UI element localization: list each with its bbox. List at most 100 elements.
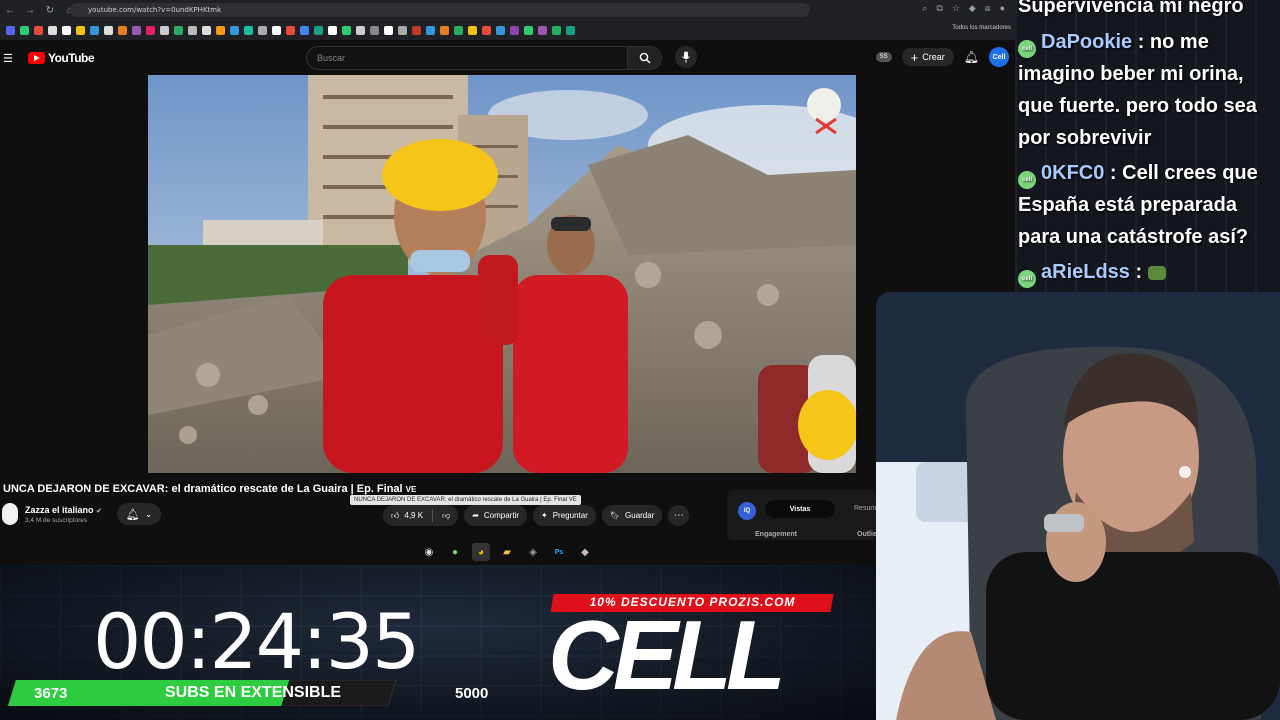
search-input[interactable] xyxy=(317,53,617,63)
bookmark-icon[interactable] xyxy=(328,25,337,35)
bookmark-icon[interactable] xyxy=(160,25,169,35)
game-icon[interactable]: ◆ xyxy=(576,543,594,561)
reload-icon[interactable]: ↻ xyxy=(40,5,60,16)
bookmark-icon[interactable] xyxy=(468,25,477,35)
chat-message: cell 0KFC0 : Cell crees que España está p… xyxy=(1018,157,1276,253)
bookmark-icon[interactable] xyxy=(62,25,71,35)
taskbar: ◉ ● ◕ ▰ ◈ Ps ◆ xyxy=(420,541,594,563)
account-avatar[interactable]: Cell xyxy=(989,47,1009,67)
bookmark-icon[interactable] xyxy=(104,25,113,35)
bookmark-icon[interactable] xyxy=(132,25,141,35)
extension-icon[interactable]: ◆ xyxy=(969,3,976,14)
subscription-bell-button[interactable]: 🔔︎ ⌄ xyxy=(117,503,161,525)
bookmark-icon[interactable] xyxy=(314,25,323,35)
bookmark-icon[interactable] xyxy=(370,25,379,35)
youtube-header: ☰ YouTube SS + Crear 🔔︎ Cell xyxy=(0,40,1015,75)
share-icon[interactable]: ⧉ xyxy=(936,3,942,14)
bookmark-icon[interactable] xyxy=(258,25,267,35)
bookmark-icon[interactable] xyxy=(538,25,547,35)
bookmark-icon[interactable] xyxy=(552,25,561,35)
bookmark-icon: 🔖︎ xyxy=(609,511,621,520)
ask-button[interactable]: ✦ Preguntar xyxy=(533,505,596,526)
bookmark-icon[interactable] xyxy=(272,25,281,35)
bookmark-icon[interactable] xyxy=(244,25,253,35)
folder-icon[interactable]: ▰ xyxy=(498,543,516,561)
share-button[interactable]: ➦ Compartir xyxy=(464,505,528,526)
bookmark-icon[interactable] xyxy=(412,25,421,35)
cell-badge-icon: cell xyxy=(1018,270,1036,288)
chat-username: 0KFC0 xyxy=(1041,162,1105,184)
obs-icon[interactable]: ◉ xyxy=(420,543,438,561)
video-player[interactable] xyxy=(148,75,856,473)
bookmark-icon[interactable] xyxy=(146,25,155,35)
thumbs-down-icon[interactable]: 👎︎ xyxy=(442,511,450,521)
bookmark-icon[interactable] xyxy=(510,25,519,35)
back-icon[interactable]: ← xyxy=(0,5,20,16)
zoom-icon[interactable]: ⌕ xyxy=(922,3,927,14)
bookmark-icon[interactable] xyxy=(76,25,85,35)
bookmark-icon[interactable] xyxy=(6,25,15,35)
notifications-icon[interactable]: 🔔︎ xyxy=(964,50,979,64)
voice-search-button[interactable] xyxy=(675,46,697,68)
subs-current: 3673 xyxy=(34,685,68,702)
forward-icon[interactable]: → xyxy=(20,5,40,16)
create-button[interactable]: + Crear xyxy=(901,48,954,66)
bookmark-icon[interactable] xyxy=(496,25,505,35)
app-icon[interactable]: ◈ xyxy=(524,543,542,561)
photoshop-icon[interactable]: Ps xyxy=(550,543,568,561)
profile-icon[interactable]: ● xyxy=(1000,3,1005,14)
all-bookmarks-folder[interactable]: Todos los marcadores xyxy=(952,25,1011,31)
bookmark-icon[interactable] xyxy=(202,25,211,35)
bookmark-icon[interactable] xyxy=(20,25,29,35)
save-button[interactable]: 🔖︎ Guardar xyxy=(601,505,663,526)
screen: ← → ↻ ⌂ youtube.com/watch?v=0undKPHKtmk … xyxy=(0,0,1280,720)
tab-resumen[interactable]: Resum xyxy=(854,505,876,512)
tab-vistas[interactable]: Vistas xyxy=(765,500,835,518)
bookmark-icon[interactable] xyxy=(34,25,43,35)
emote-icon xyxy=(1147,266,1166,280)
iq-logo[interactable]: IQ xyxy=(738,502,756,520)
bookmark-icon[interactable] xyxy=(482,25,491,35)
bookmark-icon[interactable] xyxy=(230,25,239,35)
bookmark-icon[interactable] xyxy=(426,25,435,35)
chrome-icon[interactable]: ◕ xyxy=(472,543,490,561)
bookmark-icon[interactable] xyxy=(48,25,57,35)
channel-name-text: Zazza el italiano xyxy=(25,505,94,515)
bookmark-icon[interactable] xyxy=(216,25,225,35)
chat-overlay: Supervivencia mi negro cell DaPookie : no… xyxy=(1015,0,1280,292)
microphone-icon xyxy=(682,51,690,63)
bookmark-icon[interactable] xyxy=(454,25,463,35)
bookmark-icon[interactable] xyxy=(300,25,309,35)
green-app-icon[interactable]: ● xyxy=(446,543,464,561)
analytics-panel: IQ Vistas Resum Engagement Outlie xyxy=(727,490,877,540)
engagement-label: Engagement xyxy=(755,531,798,538)
channel-name[interactable]: Zazza el italiano ✔ xyxy=(25,505,102,515)
bookmark-icon[interactable] xyxy=(90,25,99,35)
ss-badge[interactable]: SS xyxy=(875,52,892,62)
bookmark-icon[interactable] xyxy=(118,25,127,35)
bookmark-icon[interactable] xyxy=(188,25,197,35)
search-button[interactable] xyxy=(627,47,661,69)
more-actions-button[interactable]: ⋯ xyxy=(668,505,690,526)
like-button[interactable]: 👍︎ 4,9 K 👎︎ xyxy=(383,505,459,526)
youtube-logo[interactable]: YouTube xyxy=(28,51,95,65)
bookmark-icon[interactable] xyxy=(342,25,351,35)
bookmark-icon[interactable] xyxy=(384,25,393,35)
address-bar[interactable]: youtube.com/watch?v=0undKPHKtmk xyxy=(70,3,810,17)
bookmark-icon[interactable] xyxy=(356,25,365,35)
video-frame xyxy=(148,75,856,473)
bookmark-icon[interactable] xyxy=(440,25,449,35)
webcam-image xyxy=(876,292,1280,720)
bookmark-icon[interactable] xyxy=(174,25,183,35)
bookmark-icon[interactable] xyxy=(566,25,575,35)
bookmark-icon[interactable] xyxy=(286,25,295,35)
bookmark-icon[interactable] xyxy=(524,25,533,35)
star-icon[interactable]: ☆ xyxy=(952,3,960,14)
chat-message: Supervivencia mi negro xyxy=(1018,0,1276,22)
channel-avatar[interactable] xyxy=(2,503,18,525)
bookmark-icon[interactable] xyxy=(398,25,407,35)
menu-icon[interactable]: ☰ xyxy=(3,52,13,65)
bookmarks-bar xyxy=(0,22,1015,38)
ask-label: Preguntar xyxy=(552,511,588,520)
puzzle-icon[interactable]: ⧈ xyxy=(985,3,991,14)
